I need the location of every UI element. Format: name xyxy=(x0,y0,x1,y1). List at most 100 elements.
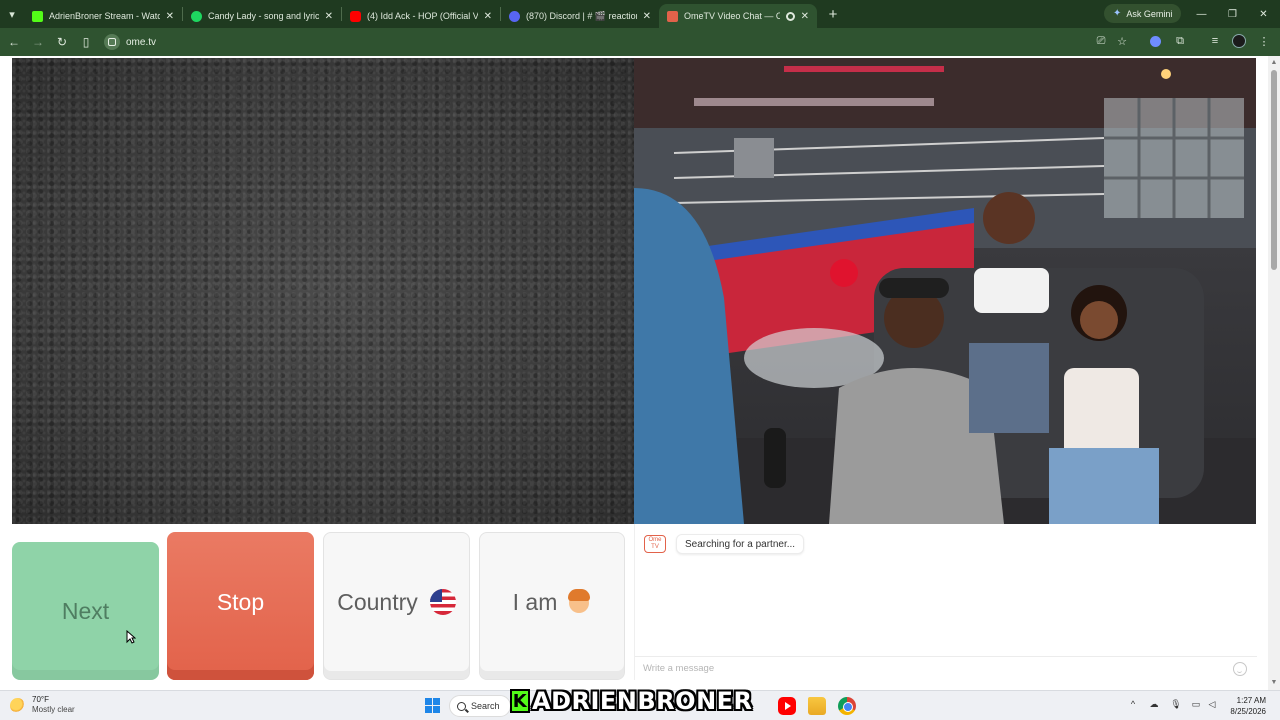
scroll-up-icon[interactable]: ▲ xyxy=(1270,59,1278,67)
ask-gemini-button[interactable]: ✦ Ask Gemini xyxy=(1104,4,1182,23)
taskbar-search[interactable]: Search xyxy=(449,695,511,717)
stream-scene-illustration xyxy=(634,58,1256,524)
youtube-taskbar-icon[interactable] xyxy=(778,697,796,715)
streamer-watermark: K ADRIENBRONER xyxy=(510,687,753,715)
chat-panel: Ome TV Searching for a partner... Write … xyxy=(634,524,1257,680)
gender-button[interactable]: I am xyxy=(479,532,625,680)
bookmark-star-icon[interactable]: ☆ xyxy=(1113,32,1131,50)
close-icon[interactable]: ✕ xyxy=(325,11,333,22)
emoji-icon[interactable] xyxy=(1233,662,1247,676)
system-clock[interactable]: 1:27 AM 8/25/2026 xyxy=(1226,695,1266,717)
streamer-name: ADRIENBRONER xyxy=(532,687,753,715)
close-icon[interactable]: ✕ xyxy=(643,11,651,22)
tab-title: AdrienBroner Stream - Watch L xyxy=(49,11,160,21)
kick-icon xyxy=(32,10,43,22)
address-bar[interactable]: ome.tv xyxy=(104,32,1094,52)
url-text: ome.tv xyxy=(126,36,157,48)
country-button[interactable]: Country xyxy=(323,532,470,680)
next-button[interactable]: Next xyxy=(12,542,159,680)
close-window-button[interactable]: ✕ xyxy=(1248,0,1279,28)
jeans-right xyxy=(1049,448,1159,524)
weather-moon-icon xyxy=(10,697,25,713)
maximize-button[interactable]: ❐ xyxy=(1217,0,1248,28)
scroll-down-icon[interactable]: ▼ xyxy=(1270,679,1278,687)
media-control-icon[interactable]: ≡ xyxy=(1206,32,1224,50)
local-video-noise xyxy=(12,58,634,524)
tab-candy-lady[interactable]: Candy Lady - song and lyrics by ✕ xyxy=(183,4,341,28)
tab-strip: ▾ AdrienBroner Stream - Watch L ✕ Candy … xyxy=(0,0,1280,28)
weather-widget[interactable]: 70°F Mostly clear xyxy=(10,695,75,715)
weather-desc: Mostly clear xyxy=(32,705,75,714)
country-label: Country xyxy=(337,588,418,615)
tab-search-icon[interactable]: ▾ xyxy=(0,0,24,28)
network-icon[interactable]: ▭ xyxy=(1190,698,1202,710)
floral-top xyxy=(1064,368,1139,458)
discord-icon xyxy=(509,10,520,22)
forward-button[interactable]: → xyxy=(26,30,50,54)
reload-button[interactable]: ↻ xyxy=(50,30,74,54)
profile-avatar[interactable] xyxy=(1230,32,1248,50)
white-top xyxy=(974,268,1049,313)
gemini-icon: ✦ xyxy=(1113,8,1122,19)
recording-icon xyxy=(785,11,795,21)
close-icon[interactable]: ✕ xyxy=(801,11,809,22)
volume-icon[interactable]: ◁ xyxy=(1206,698,1218,710)
page-scrollbar[interactable]: ▲ ▼ xyxy=(1268,56,1280,690)
remote-video xyxy=(634,58,1256,524)
red-cup xyxy=(830,259,858,287)
tray-chevron-icon[interactable]: ^ xyxy=(1127,698,1139,710)
ask-gemini-label: Ask Gemini xyxy=(1126,8,1173,19)
search-icon xyxy=(457,701,466,711)
weather-temp: 70°F xyxy=(32,695,49,704)
equipment xyxy=(734,138,774,178)
stop-button[interactable]: Stop xyxy=(167,532,314,680)
search-label: Search xyxy=(471,701,500,711)
new-tab-button[interactable]: + xyxy=(821,2,845,26)
kick-logo-icon: K xyxy=(510,689,530,713)
person-right-face xyxy=(1080,301,1118,339)
person-standing-head xyxy=(983,192,1035,244)
mouse-cursor-icon xyxy=(126,630,136,644)
us-flag-icon xyxy=(429,589,456,615)
system-message: Searching for a partner... xyxy=(676,534,805,554)
file-explorer-icon[interactable] xyxy=(808,697,826,715)
close-icon[interactable]: ✕ xyxy=(484,11,492,22)
boy-avatar-icon xyxy=(567,589,591,615)
lamp xyxy=(1161,69,1171,79)
tab-youtube[interactable]: (4) Idd Ack - HOP (Official Vide ✕ xyxy=(342,4,500,28)
tab-title: (870) Discord | # 🎬 reactions xyxy=(526,10,637,21)
ometv-logo: Ome TV xyxy=(644,535,666,553)
tab-discord[interactable]: (870) Discord | # 🎬 reactions ✕ xyxy=(501,4,659,28)
clock-date: 8/25/2026 xyxy=(1230,707,1266,716)
minimize-button[interactable]: — xyxy=(1186,0,1217,28)
extension-shield-icon[interactable] xyxy=(1146,32,1164,50)
stop-label: Stop xyxy=(216,588,265,615)
side-panel-icon[interactable]: ▯ xyxy=(74,30,98,54)
tab-title: OmeTV Video Chat — Ome xyxy=(684,11,780,21)
close-icon[interactable]: ✕ xyxy=(166,11,174,22)
black-cap xyxy=(879,278,949,298)
tab-title: Candy Lady - song and lyrics by xyxy=(208,11,319,21)
tab-ometv[interactable]: OmeTV Video Chat — Ome ✕ xyxy=(659,4,817,28)
gender-label: I am xyxy=(512,588,558,615)
message-input[interactable]: Write a message xyxy=(635,656,1257,680)
back-button[interactable]: ← xyxy=(2,30,26,54)
jeans xyxy=(969,343,1049,433)
toolbar: ← → ↻ ▯ ome.tv xyxy=(0,28,1280,56)
ceiling-light xyxy=(694,98,934,106)
neon-light xyxy=(784,66,944,72)
chrome-taskbar-icon[interactable] xyxy=(838,697,856,715)
tab-adrienbroner[interactable]: AdrienBroner Stream - Watch L ✕ xyxy=(24,4,182,28)
microphone-icon[interactable]: 🎙 xyxy=(1170,698,1182,710)
scroll-thumb[interactable] xyxy=(1271,70,1277,270)
clock-time: 1:27 AM xyxy=(1236,696,1266,705)
onedrive-icon[interactable]: ☁ xyxy=(1148,698,1160,710)
youtube-icon xyxy=(350,10,361,22)
menu-kebab-icon[interactable]: ⋮ xyxy=(1255,32,1273,50)
message-placeholder: Write a message xyxy=(643,663,715,674)
cast-icon[interactable]: ⎚ xyxy=(1092,32,1110,50)
site-info-icon[interactable] xyxy=(104,34,120,50)
microphone xyxy=(764,428,786,488)
start-windows-icon[interactable] xyxy=(425,698,440,713)
extensions-puzzle-icon[interactable]: ⧉ xyxy=(1171,32,1189,50)
